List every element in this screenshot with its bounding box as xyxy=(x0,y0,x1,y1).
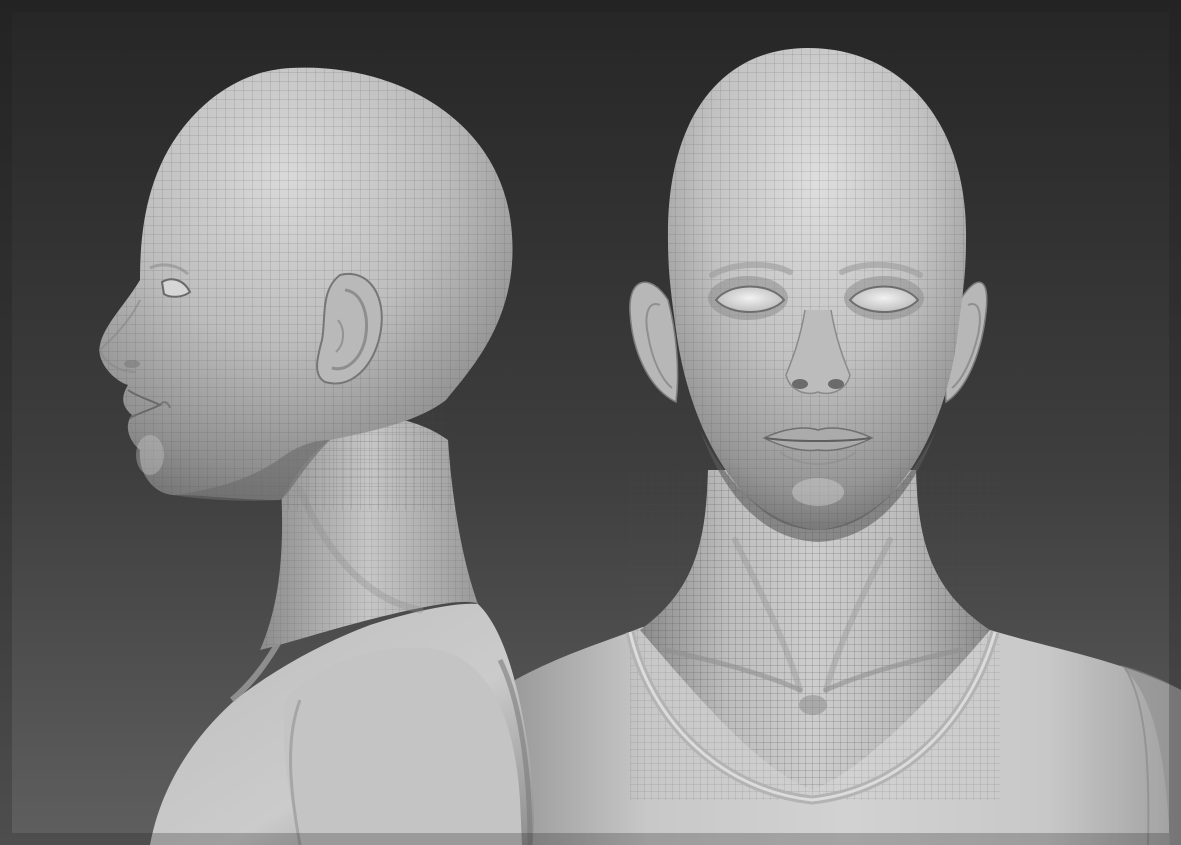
sculpt-render-scene xyxy=(0,0,1181,845)
front-jugular-notch xyxy=(799,695,827,715)
sculpt-render xyxy=(0,0,1181,845)
